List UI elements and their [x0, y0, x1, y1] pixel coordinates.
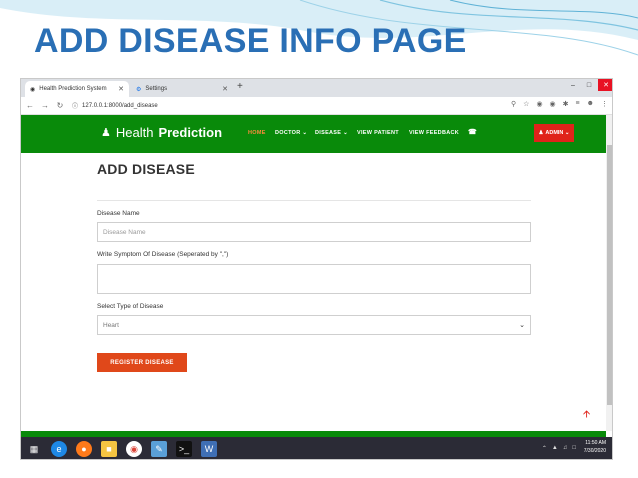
- tab-label: Settings: [145, 86, 168, 92]
- address-bar-icons: ⚲ ☆ ◉ ◉ ✱ ≡ ☻ ⋮: [511, 100, 608, 108]
- gear-icon: ⚙: [136, 86, 142, 93]
- brand-suffix: Prediction: [158, 125, 223, 140]
- clock-time: 11:50 AM: [585, 440, 606, 446]
- brand-logo[interactable]: ♟ Health Prediction: [101, 125, 222, 140]
- nav-view-feedback[interactable]: VIEW FEEDBACK: [409, 130, 459, 136]
- brand-prefix: Health: [115, 125, 154, 140]
- user-icon: ♟: [538, 130, 544, 136]
- clock-date: 7/30/2020: [583, 448, 606, 454]
- doctor-icon: ♟: [101, 127, 111, 139]
- chevron-up-icon[interactable]: ⌃: [542, 445, 547, 452]
- file-explorer-icon[interactable]: ■: [101, 441, 117, 457]
- chrome-icon[interactable]: ◉: [126, 441, 142, 457]
- address-bar: ← → ↻ ⓘ 127.0.0.1:8000/add_disease ⚲ ☆ ◉…: [21, 97, 612, 115]
- nav-disease[interactable]: DISEASE ⌄: [315, 130, 348, 136]
- close-icon[interactable]: ✕: [118, 85, 124, 93]
- forward-icon[interactable]: →: [39, 101, 51, 110]
- profile-avatar-icon[interactable]: ☻: [587, 100, 594, 108]
- info-icon: ⓘ: [72, 104, 79, 110]
- bell-icon[interactable]: ☎: [468, 128, 477, 136]
- windows-start-icon[interactable]: ▦: [26, 441, 42, 457]
- nav-view-patient[interactable]: VIEW PATIENT: [357, 130, 399, 136]
- terminal-icon[interactable]: >_: [176, 441, 192, 457]
- star-icon[interactable]: ☆: [523, 100, 529, 108]
- nav-doctor[interactable]: DOCTOR ⌄: [275, 130, 307, 136]
- disease-name-label: Disease Name: [97, 210, 140, 217]
- windows-taskbar: ▦ e ● ■ ◉ ✎ >_ W ⌃ ▲ ♫ □ 11:50 AM 7/30/2…: [21, 437, 612, 459]
- volume-icon[interactable]: ♫: [563, 445, 568, 452]
- playlist-icon[interactable]: ≡: [576, 100, 580, 108]
- reload-icon[interactable]: ↻: [54, 101, 66, 110]
- menu-dots-icon[interactable]: ⋮: [601, 100, 608, 108]
- url-text: 127.0.0.1:8000/add_disease: [82, 102, 158, 109]
- admin-dropdown-button[interactable]: ♟ ADMIN ⌄: [534, 124, 574, 142]
- edge-icon[interactable]: e: [51, 441, 67, 457]
- nav-home[interactable]: HOME: [248, 130, 266, 136]
- notification-icon[interactable]: □: [572, 445, 576, 452]
- symptom-textarea[interactable]: [97, 264, 531, 294]
- window-close-button[interactable]: ✕: [598, 79, 612, 91]
- zoom-icon[interactable]: ⚲: [511, 100, 516, 108]
- chevron-down-icon: ⌄: [519, 322, 525, 329]
- browser-screenshot: ◉ Health Prediction System ✕ ⚙ Settings …: [20, 78, 613, 460]
- clock[interactable]: 11:50 AM 7/30/2020: [584, 439, 606, 455]
- puzzle-icon[interactable]: ✱: [563, 100, 569, 108]
- scroll-top-arrow-icon[interactable]: 🡩: [583, 407, 590, 424]
- scrollbar-thumb[interactable]: [607, 145, 612, 405]
- page-scrollbar[interactable]: [606, 115, 612, 431]
- url-field[interactable]: ⓘ 127.0.0.1:8000/add_disease: [72, 101, 158, 111]
- symptom-label: Write Symptom Of Disease (Seperated by "…: [97, 251, 229, 258]
- network-icon[interactable]: ▲: [552, 445, 558, 452]
- disease-type-label: Select Type of Disease: [97, 303, 164, 310]
- disease-name-input[interactable]: [97, 222, 531, 242]
- shield-icon[interactable]: ◉: [550, 100, 556, 108]
- tab-settings[interactable]: ⚙ Settings ✕: [131, 81, 233, 97]
- disease-type-select[interactable]: Heart ⌄: [97, 315, 531, 335]
- admin-label: ADMIN ⌄: [545, 130, 570, 136]
- extension-icon[interactable]: ◉: [536, 100, 542, 108]
- firefox-icon[interactable]: ●: [76, 441, 92, 457]
- word-icon[interactable]: W: [201, 441, 217, 457]
- notepad-icon[interactable]: ✎: [151, 441, 167, 457]
- divider: [97, 200, 531, 201]
- disease-type-selected: Heart: [103, 321, 119, 329]
- system-tray: ⌃ ▲ ♫ □: [542, 445, 576, 452]
- minimize-button[interactable]: –: [566, 79, 580, 91]
- close-icon[interactable]: ✕: [222, 85, 228, 93]
- maximize-button[interactable]: □: [582, 79, 596, 91]
- tab-label: Health Prediction System: [39, 86, 107, 92]
- tab-health-prediction[interactable]: ◉ Health Prediction System ✕: [25, 81, 129, 97]
- back-icon[interactable]: ←: [24, 101, 36, 110]
- slide-title: ADD DISEASE INFO PAGE: [34, 22, 467, 60]
- register-disease-button[interactable]: REGISTER DISEASE: [97, 353, 187, 372]
- tab-strip: ◉ Health Prediction System ✕ ⚙ Settings …: [21, 79, 612, 97]
- new-tab-button[interactable]: +: [237, 81, 243, 92]
- site-navbar: ♟ Health Prediction HOME DOCTOR ⌄ DISEASE…: [21, 115, 612, 153]
- globe-icon: ◉: [30, 86, 36, 93]
- page-title: ADD DISEASE: [97, 161, 195, 177]
